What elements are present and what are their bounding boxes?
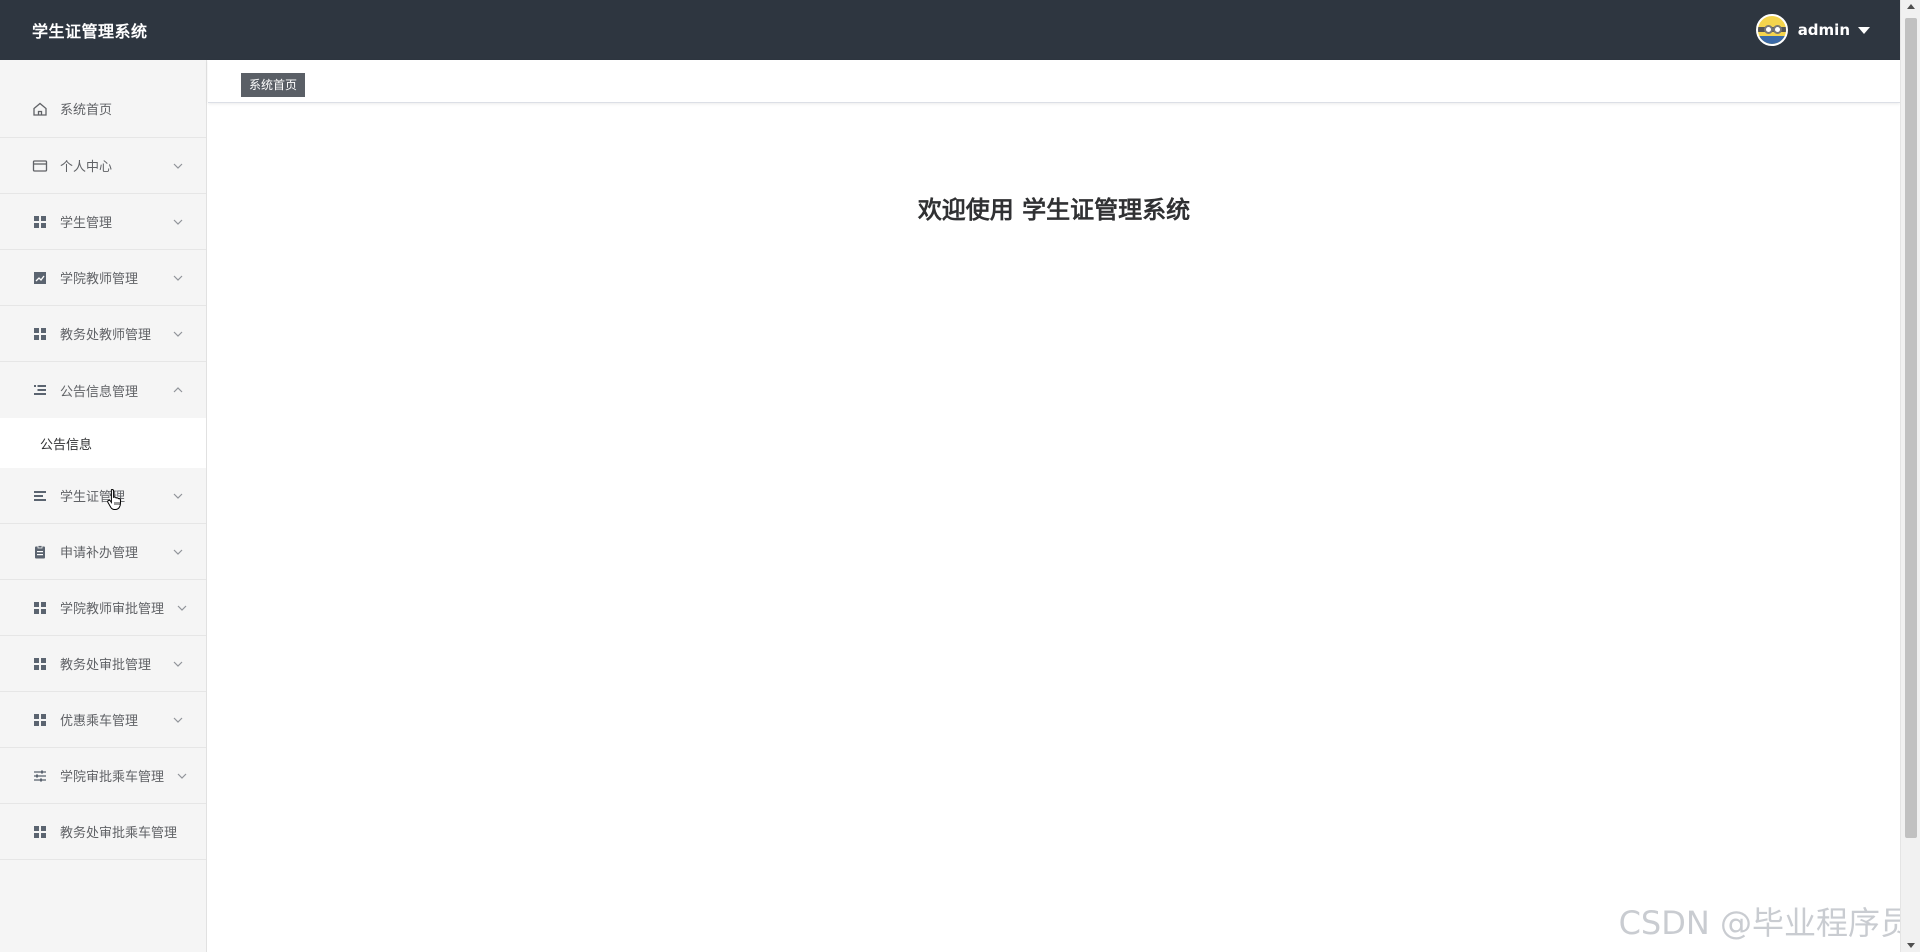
sidebar-item-label: 系统首页 [60, 103, 113, 118]
grid-icon [32, 712, 48, 728]
sidebar-item-students[interactable]: 学生管理 [0, 194, 206, 250]
grid-icon [32, 600, 48, 616]
chevron-down-icon [173, 717, 183, 723]
welcome-title: 欢迎使用 学生证管理系统 [917, 196, 1191, 224]
sidebar-item-discount-ride[interactable]: 优惠乘车管理 [0, 692, 206, 748]
sidebar-item-college-approval[interactable]: 学院教师审批管理 [0, 580, 206, 636]
chevron-down-icon [173, 331, 183, 337]
tab-home[interactable]: 系统首页 [241, 73, 306, 97]
sidebar-item-label: 公告信息管理 [60, 384, 139, 400]
clipboard-icon [32, 544, 48, 560]
user-menu[interactable]: admin [1755, 14, 1870, 46]
sidebar-item-reissue[interactable]: 申请补办管理 [0, 524, 206, 580]
main-content: 系统首页 欢迎使用 学生证管理系统 [208, 60, 1900, 952]
grid-icon [32, 326, 48, 342]
menu-lines-icon [32, 488, 48, 504]
caret-down-icon[interactable] [1858, 26, 1870, 34]
sidebar-item-profile[interactable]: 个人中心 [0, 138, 206, 194]
sidebar-item-label: 个人中心 [60, 160, 113, 175]
tab-bar: 系统首页 [208, 60, 1900, 103]
sidebar-item-college-ride-approval[interactable]: 学院审批乘车管理 [0, 748, 206, 804]
hand-cursor-icon [107, 488, 122, 510]
sidebar-item-label: 申请补办管理 [60, 546, 139, 561]
sidebar-item-label: 优惠乘车管理 [60, 714, 139, 729]
sidebar-item-label: 教务处审批管理 [60, 658, 152, 673]
sidebar-item-label: 学生管理 [60, 216, 113, 231]
chart-icon [32, 270, 48, 286]
grid-icon [32, 214, 48, 230]
chevron-down-icon [177, 605, 187, 611]
chevron-down-icon [177, 773, 187, 779]
chevron-down-icon [173, 163, 183, 169]
sidebar-item-college-teachers[interactable]: 学院教师管理 [0, 250, 206, 306]
scrollbar-thumb[interactable] [1905, 18, 1917, 838]
chevron-down-icon [173, 275, 183, 281]
chevron-down-icon [173, 661, 183, 667]
sidebar: 系统首页 个人中心 学生管理 学院教师管理 教务处教师管理 公告信息管理 公告信… [0, 60, 207, 952]
card-icon [32, 158, 48, 174]
page-scrollbar[interactable] [1900, 0, 1920, 952]
username[interactable]: admin [1798, 21, 1850, 39]
sidebar-item-academic-approval[interactable]: 教务处审批管理 [0, 636, 206, 692]
sidebar-item-label: 教务处教师管理 [60, 328, 152, 343]
sidebar-item-label: 教务处审批乘车管理 [60, 826, 178, 841]
sidebar-item-academic-teachers[interactable]: 教务处教师管理 [0, 306, 206, 362]
sidebar-item-home[interactable]: 系统首页 [0, 60, 206, 138]
scroll-down-icon[interactable] [1907, 943, 1915, 948]
app-title: 学生证管理系统 [32, 22, 148, 41]
sidebar-item-notices[interactable]: 公告信息管理 [0, 362, 206, 418]
avatar[interactable] [1755, 14, 1788, 46]
chevron-down-icon [173, 549, 183, 555]
grid-icon [32, 824, 48, 840]
sidebar-item-student-cards[interactable]: 学生证管理 [0, 468, 206, 524]
sidebar-subitem-notice-info[interactable]: 公告信息 [0, 418, 206, 468]
chevron-down-icon [173, 493, 183, 499]
top-header: 学生证管理系统 admin [0, 0, 1900, 60]
home-icon [32, 101, 48, 117]
sidebar-item-label: 学院教师管理 [60, 272, 139, 287]
scroll-up-icon[interactable] [1907, 4, 1915, 9]
chevron-down-icon [173, 219, 183, 225]
chevron-up-icon [173, 387, 183, 393]
sidebar-item-label: 学院教师审批管理 [60, 602, 165, 617]
sliders-icon [32, 768, 48, 784]
grid-icon [32, 656, 48, 672]
sidebar-item-label: 学院审批乘车管理 [60, 770, 165, 785]
list-icon [32, 382, 48, 398]
watermark: CSDN @毕业程序员 [1618, 904, 1912, 942]
sidebar-item-academic-ride-approval[interactable]: 教务处审批乘车管理 [0, 804, 206, 860]
